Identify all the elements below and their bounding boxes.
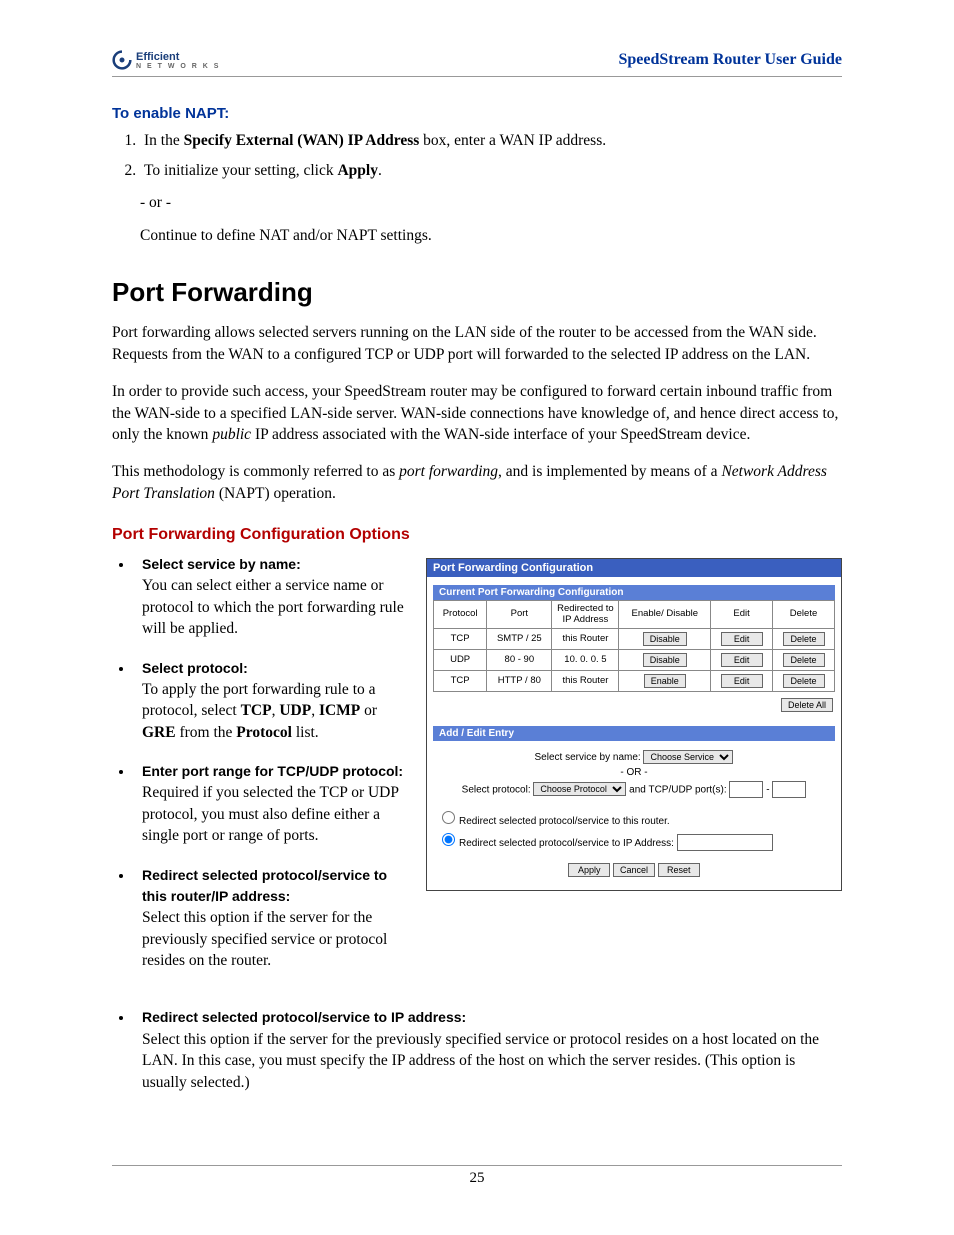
header-title: SpeedStream Router User Guide bbox=[618, 51, 842, 69]
edit-button[interactable]: Edit bbox=[721, 632, 763, 646]
napt-or: - or - bbox=[140, 191, 842, 214]
pf-heading: Port Forwarding bbox=[112, 277, 842, 308]
proto-label: Select protocol: bbox=[462, 784, 531, 795]
or-label: - OR - bbox=[437, 767, 831, 778]
svc-label: Select service by name: bbox=[535, 752, 641, 763]
redirect-ip-radio[interactable] bbox=[442, 833, 455, 846]
table-row: TCP SMTP / 25 this Router Disable Edit D… bbox=[434, 628, 835, 649]
edit-button[interactable]: Edit bbox=[721, 653, 763, 667]
opt-service: Select service by name: You can select e… bbox=[134, 554, 408, 640]
delete-all-button[interactable]: Delete All bbox=[781, 698, 833, 712]
logo-line2: N E T W O R K S bbox=[136, 63, 220, 70]
panel-subtitle: Current Port Forwarding Configuration bbox=[433, 585, 835, 600]
table-row: TCP HTTP / 80 this Router Enable Edit De… bbox=[434, 670, 835, 691]
port-to-input[interactable] bbox=[772, 781, 806, 798]
config-panel: Port Forwarding Configuration Current Po… bbox=[426, 558, 842, 891]
delete-button[interactable]: Delete bbox=[783, 632, 825, 646]
table-header-row: Protocol Port Redirected to IP Address E… bbox=[434, 601, 835, 629]
disable-button[interactable]: Disable bbox=[643, 653, 687, 667]
addedit-form: Select service by name: Choose Service -… bbox=[427, 741, 841, 891]
service-select[interactable]: Choose Service bbox=[643, 750, 733, 764]
napt-continue: Continue to define NAT and/or NAPT setti… bbox=[140, 224, 842, 247]
table-row: UDP 80 - 90 10. 0. 0. 5 Disable Edit Del… bbox=[434, 649, 835, 670]
delete-button[interactable]: Delete bbox=[783, 653, 825, 667]
enable-button[interactable]: Enable bbox=[644, 674, 686, 688]
napt-step1: In the Specify External (WAN) IP Address… bbox=[140, 130, 842, 152]
addedit-title: Add / Edit Entry bbox=[433, 726, 835, 741]
logo: Efficient N E T W O R K S bbox=[112, 50, 220, 70]
reset-button[interactable]: Reset bbox=[658, 863, 700, 877]
apply-button[interactable]: Apply bbox=[568, 863, 610, 877]
pf-para1: Port forwarding allows selected servers … bbox=[112, 322, 842, 365]
napt-step2: To initialize your setting, click Apply. bbox=[140, 160, 842, 182]
disable-button[interactable]: Disable bbox=[643, 632, 687, 646]
swirl-icon bbox=[112, 50, 132, 70]
options-list: Select service by name: You can select e… bbox=[112, 554, 408, 971]
protocol-select[interactable]: Choose Protocol bbox=[533, 782, 626, 796]
napt-heading: To enable NAPT: bbox=[112, 105, 842, 122]
ip-address-input[interactable] bbox=[677, 834, 773, 851]
opt-portrange: Enter port range for TCP/UDP protocol: R… bbox=[134, 761, 408, 847]
edit-button[interactable]: Edit bbox=[721, 674, 763, 688]
pf-config-heading: Port Forwarding Configuration Options bbox=[112, 526, 842, 544]
opt-redirect-ip: Redirect selected protocol/service to IP… bbox=[134, 1007, 842, 1093]
delete-button[interactable]: Delete bbox=[783, 674, 825, 688]
options-list-cont: Redirect selected protocol/service to IP… bbox=[112, 1007, 842, 1093]
ports-label: and TCP/UDP port(s): bbox=[629, 784, 726, 795]
opt-protocol: Select protocol: To apply the port forwa… bbox=[134, 658, 408, 744]
port-from-input[interactable] bbox=[729, 781, 763, 798]
napt-steps: In the Specify External (WAN) IP Address… bbox=[112, 130, 842, 183]
panel-title: Port Forwarding Configuration bbox=[427, 559, 841, 577]
page-header: Efficient N E T W O R K S SpeedStream Ro… bbox=[112, 50, 842, 77]
pf-para3: This methodology is commonly referred to… bbox=[112, 461, 842, 504]
redirect-router-radio[interactable] bbox=[442, 811, 455, 824]
pf-table: Protocol Port Redirected to IP Address E… bbox=[433, 600, 835, 692]
cancel-button[interactable]: Cancel bbox=[613, 863, 655, 877]
opt-redirect-router: Redirect selected protocol/service to th… bbox=[134, 865, 408, 972]
page-number: 25 bbox=[112, 1165, 842, 1187]
logo-line1: Efficient bbox=[136, 51, 179, 63]
pf-para2: In order to provide such access, your Sp… bbox=[112, 381, 842, 445]
